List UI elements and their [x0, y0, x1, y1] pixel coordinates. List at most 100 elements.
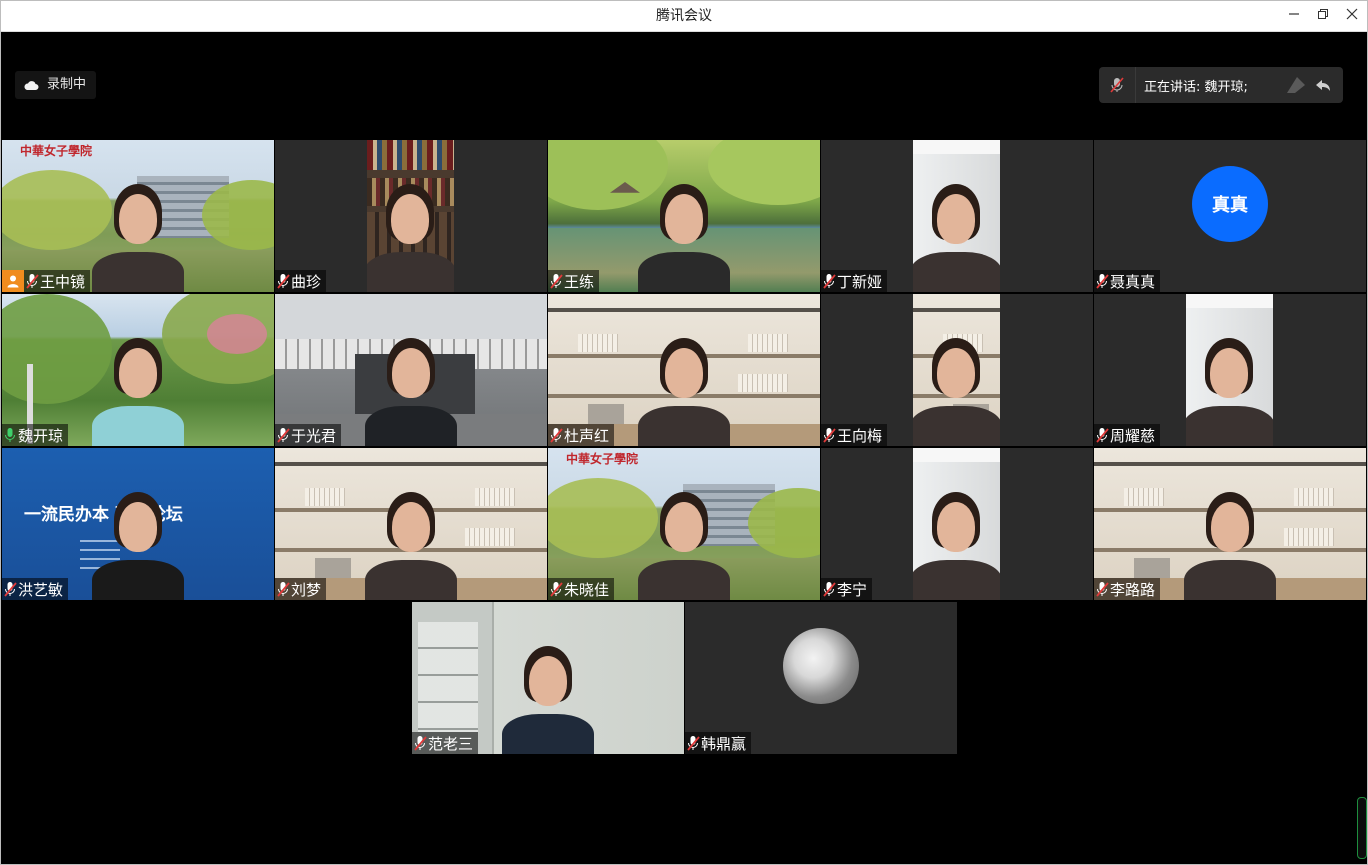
participant-nametag: 韩鼎赢 — [685, 732, 752, 754]
participant-tile[interactable]: 李路路 — [1094, 448, 1366, 600]
participant-nametag: 李宁 — [821, 578, 873, 600]
participant-name: 刘梦 — [291, 580, 322, 599]
cloud-icon — [24, 81, 39, 90]
participant-tile[interactable]: 真真 聂真真 — [1094, 140, 1366, 292]
college-logo: 中華女子學院 — [566, 452, 639, 466]
participant-name: 杜声红 — [564, 426, 610, 445]
participant-name: 李路路 — [1110, 580, 1156, 599]
participant-tile[interactable]: 范老三 — [412, 602, 684, 754]
participant-mic — [548, 270, 564, 292]
participant-mic — [548, 578, 564, 600]
mic-muted-icon — [823, 428, 836, 443]
mic-muted-icon — [550, 582, 563, 597]
participant-tile[interactable]: 中華女子學院 朱晓佳 — [548, 448, 820, 600]
participant-mic — [685, 732, 701, 754]
participant-name: 聂真真 — [1110, 272, 1156, 291]
mic-muted-icon — [1096, 428, 1109, 443]
mic-muted-icon — [277, 428, 290, 443]
participant-name: 洪艺敏 — [18, 580, 64, 599]
participant-tile[interactable]: 于光君 — [275, 294, 547, 446]
participant-nametag: 王向梅 — [821, 424, 888, 446]
participant-nametag: 洪艺敏 — [2, 578, 69, 600]
mic-muted-icon — [1096, 582, 1109, 597]
window-title: 腾讯会议 — [656, 8, 712, 24]
participant-tile[interactable]: 李宁 — [821, 448, 1093, 600]
avatar — [783, 628, 859, 704]
participant-tile[interactable]: 丁新娅 — [821, 140, 1093, 292]
mic-icon — [5, 428, 15, 442]
participant-nametag: 魏开琼 — [2, 424, 69, 446]
participant-nametag: 周耀慈 — [1094, 424, 1161, 446]
participant-nametag: 王中镜 — [2, 270, 91, 292]
participant-tile[interactable]: 曲珍 — [275, 140, 547, 292]
scroll-indicator[interactable] — [1357, 797, 1367, 859]
pin-icon[interactable] — [1283, 75, 1309, 95]
participant-nametag: 丁新娅 — [821, 270, 888, 292]
participant-name: 于光君 — [291, 426, 337, 445]
participant-nametag: 朱晓佳 — [548, 578, 615, 600]
restore-icon — [1318, 9, 1328, 19]
participant-mic — [275, 424, 291, 446]
speaking-tools — [1283, 75, 1333, 95]
participant-name: 李宁 — [837, 580, 868, 599]
mic-muted-icon — [4, 582, 17, 597]
close-button[interactable] — [1337, 1, 1367, 31]
title-bar: 腾讯会议 — [1, 1, 1367, 32]
participant-mic — [1094, 424, 1110, 446]
participant-nametag: 刘梦 — [275, 578, 327, 600]
participant-name: 王练 — [564, 272, 595, 291]
speaking-label: 正在讲话: 魏开琼; — [1144, 79, 1248, 95]
video-feed — [367, 140, 454, 292]
mic-muted-icon — [277, 582, 290, 597]
minimize-icon — [1289, 13, 1299, 15]
participant-mic — [821, 578, 837, 600]
speaker-mic — [1099, 67, 1136, 103]
video-feed — [913, 448, 1000, 600]
participant-tile[interactable]: 中華女子學院 王中镜 — [2, 140, 274, 292]
host-badge — [2, 270, 24, 292]
participant-mic — [1094, 578, 1110, 600]
mic-muted-icon — [277, 274, 290, 289]
participant-tile[interactable]: 魏开琼 — [2, 294, 274, 446]
participant-tile[interactable]: 王向梅 — [821, 294, 1093, 446]
minimize-button[interactable] — [1279, 1, 1309, 31]
speaking-indicator: 正在讲话: 魏开琼; — [1099, 67, 1343, 103]
participant-mic — [2, 578, 18, 600]
recording-indicator[interactable]: 录制中 — [15, 71, 97, 99]
participant-mic — [275, 578, 291, 600]
mic-muted-icon — [823, 274, 836, 289]
mic-muted-icon — [1110, 77, 1124, 93]
participant-tile[interactable]: 刘梦 — [275, 448, 547, 600]
participant-mic — [412, 732, 428, 754]
participant-nametag: 聂真真 — [1094, 270, 1161, 292]
restore-button[interactable] — [1308, 1, 1338, 31]
participant-mic — [548, 424, 564, 446]
participant-name: 周耀慈 — [1110, 426, 1156, 445]
participant-tile[interactable]: 杜声红 — [548, 294, 820, 446]
mic-muted-icon — [550, 274, 563, 289]
participant-nametag: 李路路 — [1094, 578, 1161, 600]
mic-muted-icon — [414, 736, 427, 751]
participant-mic — [821, 270, 837, 292]
participant-mic — [2, 424, 18, 446]
participant-tile[interactable]: 一流民办本 建设论坛 洪艺敏 — [2, 448, 274, 600]
participant-tile[interactable]: 周耀慈 — [1094, 294, 1366, 446]
back-arrow-icon[interactable] — [1313, 75, 1333, 95]
participant-name: 韩鼎赢 — [701, 734, 747, 753]
participant-tile[interactable]: 王练 — [548, 140, 820, 292]
video-feed — [913, 294, 1000, 446]
participant-nametag: 范老三 — [412, 732, 479, 754]
participant-name: 王向梅 — [837, 426, 883, 445]
mic-muted-icon — [687, 736, 700, 751]
video-feed — [913, 140, 1000, 292]
close-icon — [1346, 8, 1358, 20]
participant-mic — [1094, 270, 1110, 292]
participant-name: 曲珍 — [291, 272, 322, 291]
mic-muted-icon — [1096, 274, 1109, 289]
participant-mic — [275, 270, 291, 292]
participant-tile[interactable]: 韩鼎赢 — [685, 602, 957, 754]
participant-name: 王中镜 — [40, 272, 86, 291]
participant-nametag: 于光君 — [275, 424, 342, 446]
participant-nametag: 曲珍 — [275, 270, 327, 292]
meeting-window: 腾讯会议 录制中 正在讲话: 魏开琼; 中華女子學院 王中镜 曲珍 王练 丁新娅… — [0, 0, 1368, 865]
